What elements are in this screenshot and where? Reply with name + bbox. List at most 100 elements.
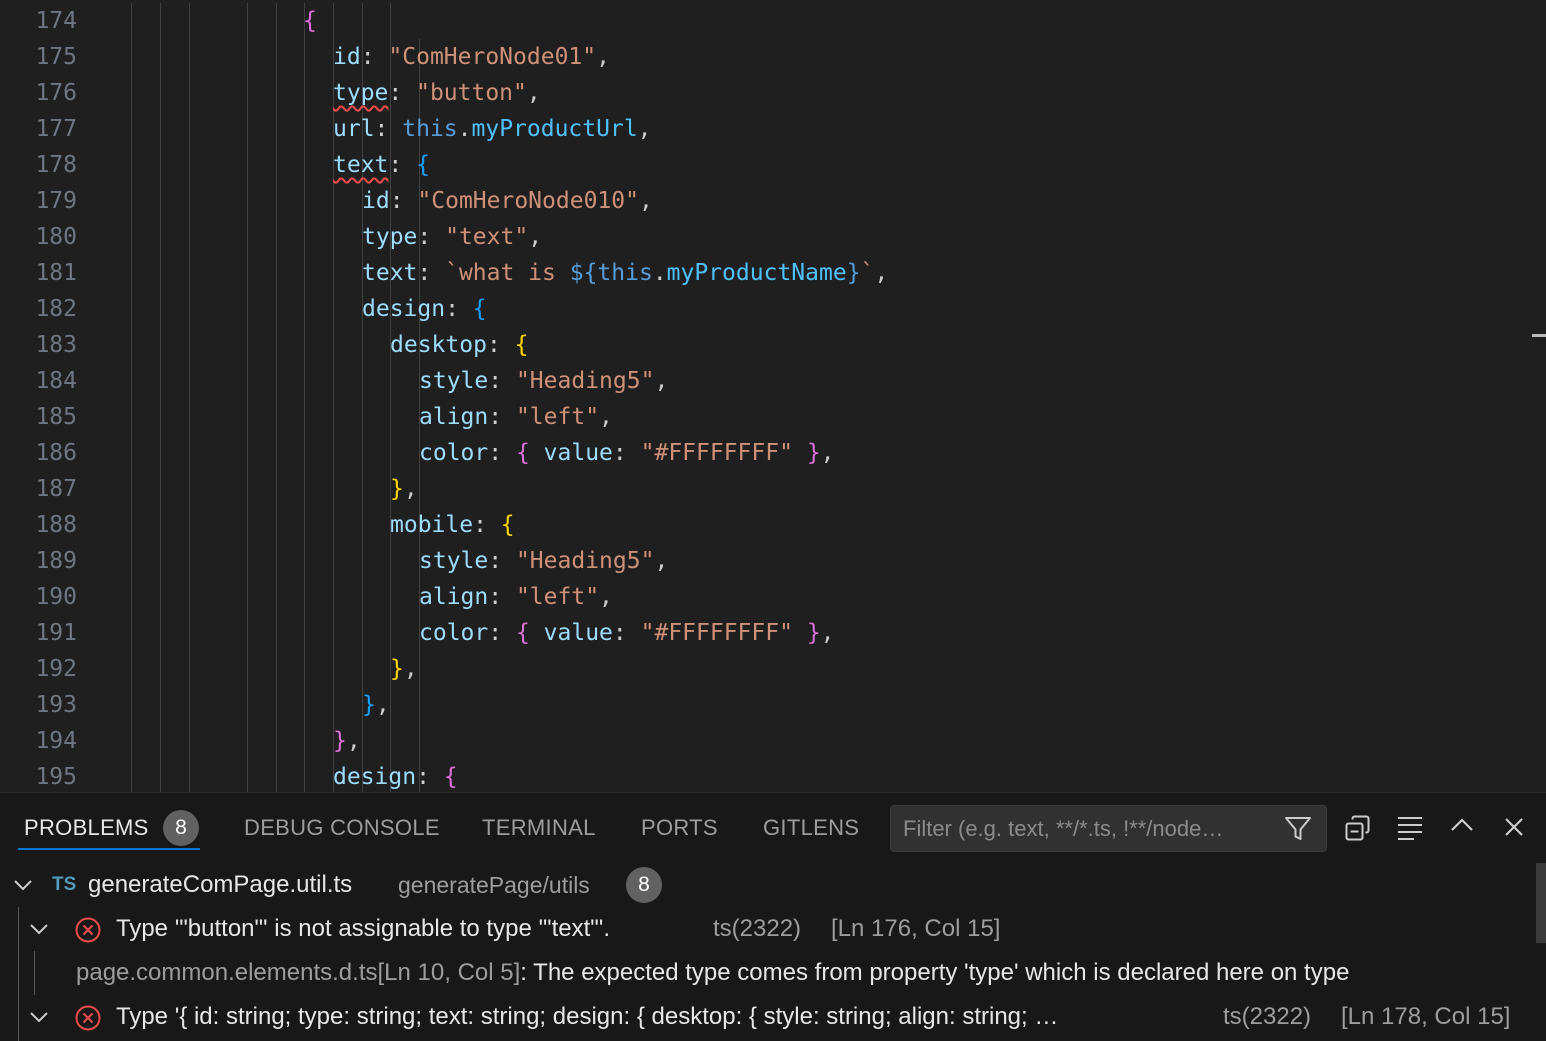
indent-guide — [131, 543, 132, 579]
code-line[interactable]: 188 mobile: { — [0, 507, 1530, 543]
indent-guide — [390, 435, 391, 471]
code-line[interactable]: 185 align: "left", — [0, 399, 1530, 435]
code-token: } — [362, 692, 376, 718]
code-token: color — [419, 620, 489, 646]
code-line[interactable]: 191 color: { value: "#FFFFFFFF" }, — [0, 615, 1530, 651]
indent-guide — [189, 255, 190, 291]
code-line[interactable]: 184 style: "Heading5", — [0, 363, 1530, 399]
indent-guide — [160, 147, 161, 183]
code-line[interactable]: 179 id: "ComHeroNode010", — [0, 183, 1530, 219]
tab-gitlens[interactable]: GITLENS — [763, 813, 859, 843]
code-line[interactable]: 190 align: "left", — [0, 579, 1530, 615]
indent-guide — [304, 75, 305, 111]
indent-guide — [390, 363, 391, 399]
indent-guide — [247, 399, 248, 435]
indent-guide — [276, 75, 277, 111]
code-token: , — [638, 188, 653, 214]
close-panel-icon[interactable] — [1502, 815, 1526, 839]
code-editor[interactable]: 174 {175 id: "ComHeroNode01", 176 type: "but… — [0, 0, 1546, 792]
filter-box — [890, 805, 1327, 852]
chevron-down-icon[interactable] — [28, 921, 50, 937]
chevron-down-icon[interactable] — [12, 877, 34, 893]
code-line[interactable]: 178 text: { — [0, 147, 1530, 183]
indent-guide — [247, 651, 248, 687]
line-number: 193 — [35, 692, 77, 718]
code-line[interactable]: 181 text: `what is ${this.myProductName}`… — [0, 255, 1530, 291]
code-token: : — [389, 188, 418, 214]
code-line[interactable]: 187}, — [0, 471, 1530, 507]
tab-problems[interactable]: PROBLEMS — [24, 813, 149, 843]
code-token: this — [402, 116, 458, 142]
code-line[interactable]: 180 type: "text", — [0, 219, 1530, 255]
indent-guide — [131, 579, 132, 615]
indent-guide — [362, 3, 363, 39]
indent-guide — [131, 219, 132, 255]
indent-guide — [247, 363, 248, 399]
code-token: : — [612, 620, 641, 646]
code-line[interactable]: 193}, — [0, 687, 1530, 723]
code-token: mobile — [390, 512, 474, 538]
indent-guide — [131, 363, 132, 399]
word-wrap-icon[interactable] — [1396, 815, 1424, 841]
indent-guide — [189, 363, 190, 399]
tab-terminal[interactable]: TERMINAL — [482, 813, 596, 843]
code-text: text: `what is ${this.myProductName}`, — [362, 255, 888, 291]
code-text: id: "ComHeroNode01", — [333, 39, 610, 75]
code-token: . — [457, 116, 472, 142]
code-line[interactable]: 176 type: "button", — [0, 75, 1530, 111]
filter-icon[interactable] — [1284, 816, 1312, 842]
indent-guide — [276, 111, 277, 147]
code-text: align: "left", — [419, 579, 613, 615]
indent-guide — [390, 3, 391, 39]
tab-ports[interactable]: PORTS — [641, 813, 718, 843]
line-number: 191 — [35, 620, 77, 646]
code-line[interactable]: 182 design: { — [0, 291, 1530, 327]
related-message: : The expected type comes from property … — [520, 959, 1350, 986]
code-token: , — [874, 260, 889, 286]
code-text: mobile: { — [390, 507, 515, 543]
collapse-all-icon[interactable] — [1344, 814, 1372, 842]
related-location: [Ln 10, Col 5] — [377, 959, 521, 986]
indent-guide — [247, 543, 248, 579]
indent-guide — [247, 759, 248, 792]
code-token: this — [597, 260, 653, 286]
code-line[interactable]: 194}, — [0, 723, 1530, 759]
code-line[interactable]: 192}, — [0, 651, 1530, 687]
code-token: text — [362, 260, 418, 286]
line-number: 179 — [35, 188, 77, 214]
indent-guide — [189, 399, 190, 435]
indent-guide — [160, 291, 161, 327]
code-token: : — [416, 764, 444, 790]
filter-input[interactable] — [903, 806, 1278, 851]
related-info-item[interactable]: page.common.elements.d.ts[Ln 10, Col 5]:… — [0, 951, 1546, 995]
code-token: { — [443, 764, 458, 790]
scrollbar-marker[interactable] — [1532, 334, 1546, 337]
line-number: 186 — [35, 440, 77, 466]
code-line[interactable]: 186 color: { value: "#FFFFFFFF" }, — [0, 435, 1530, 471]
code-token: { — [515, 440, 530, 466]
code-line[interactable]: 195 design: { — [0, 759, 1530, 792]
code-token: : — [488, 368, 516, 394]
problems-file-row[interactable]: TS generateComPage.util.ts generatePage/… — [0, 863, 1546, 907]
code-text: type: "button", — [333, 75, 541, 111]
code-line[interactable]: 189 style: "Heading5", — [0, 543, 1530, 579]
maximize-panel-icon[interactable] — [1449, 815, 1475, 835]
problem-item[interactable]: Type '{ id: string; type: string; text: … — [0, 995, 1546, 1039]
indent-guide — [333, 327, 334, 363]
code-line[interactable]: 183 desktop: { — [0, 327, 1530, 363]
code-token: } — [806, 620, 821, 646]
code-token: style — [419, 368, 489, 394]
indent-guide — [276, 399, 277, 435]
code-line[interactable]: 177 url: this.myProductUrl, — [0, 111, 1530, 147]
code-line[interactable]: 175 id: "ComHeroNode01", — [0, 39, 1530, 75]
related-file-link[interactable]: page.common.elements.d.ts — [76, 959, 378, 986]
code-line[interactable]: 174 { — [0, 3, 1530, 39]
tab-debug-console[interactable]: DEBUG CONSOLE — [244, 813, 440, 843]
indent-guide — [189, 651, 190, 687]
problem-item[interactable]: Type '"button"' is not assignable to typ… — [0, 907, 1546, 951]
code-text: type: "text", — [362, 219, 542, 255]
code-token: } — [806, 440, 821, 466]
typescript-file-icon: TS — [52, 874, 77, 895]
file-problem-count-badge: 8 — [626, 867, 662, 903]
chevron-down-icon[interactable] — [28, 1009, 50, 1025]
